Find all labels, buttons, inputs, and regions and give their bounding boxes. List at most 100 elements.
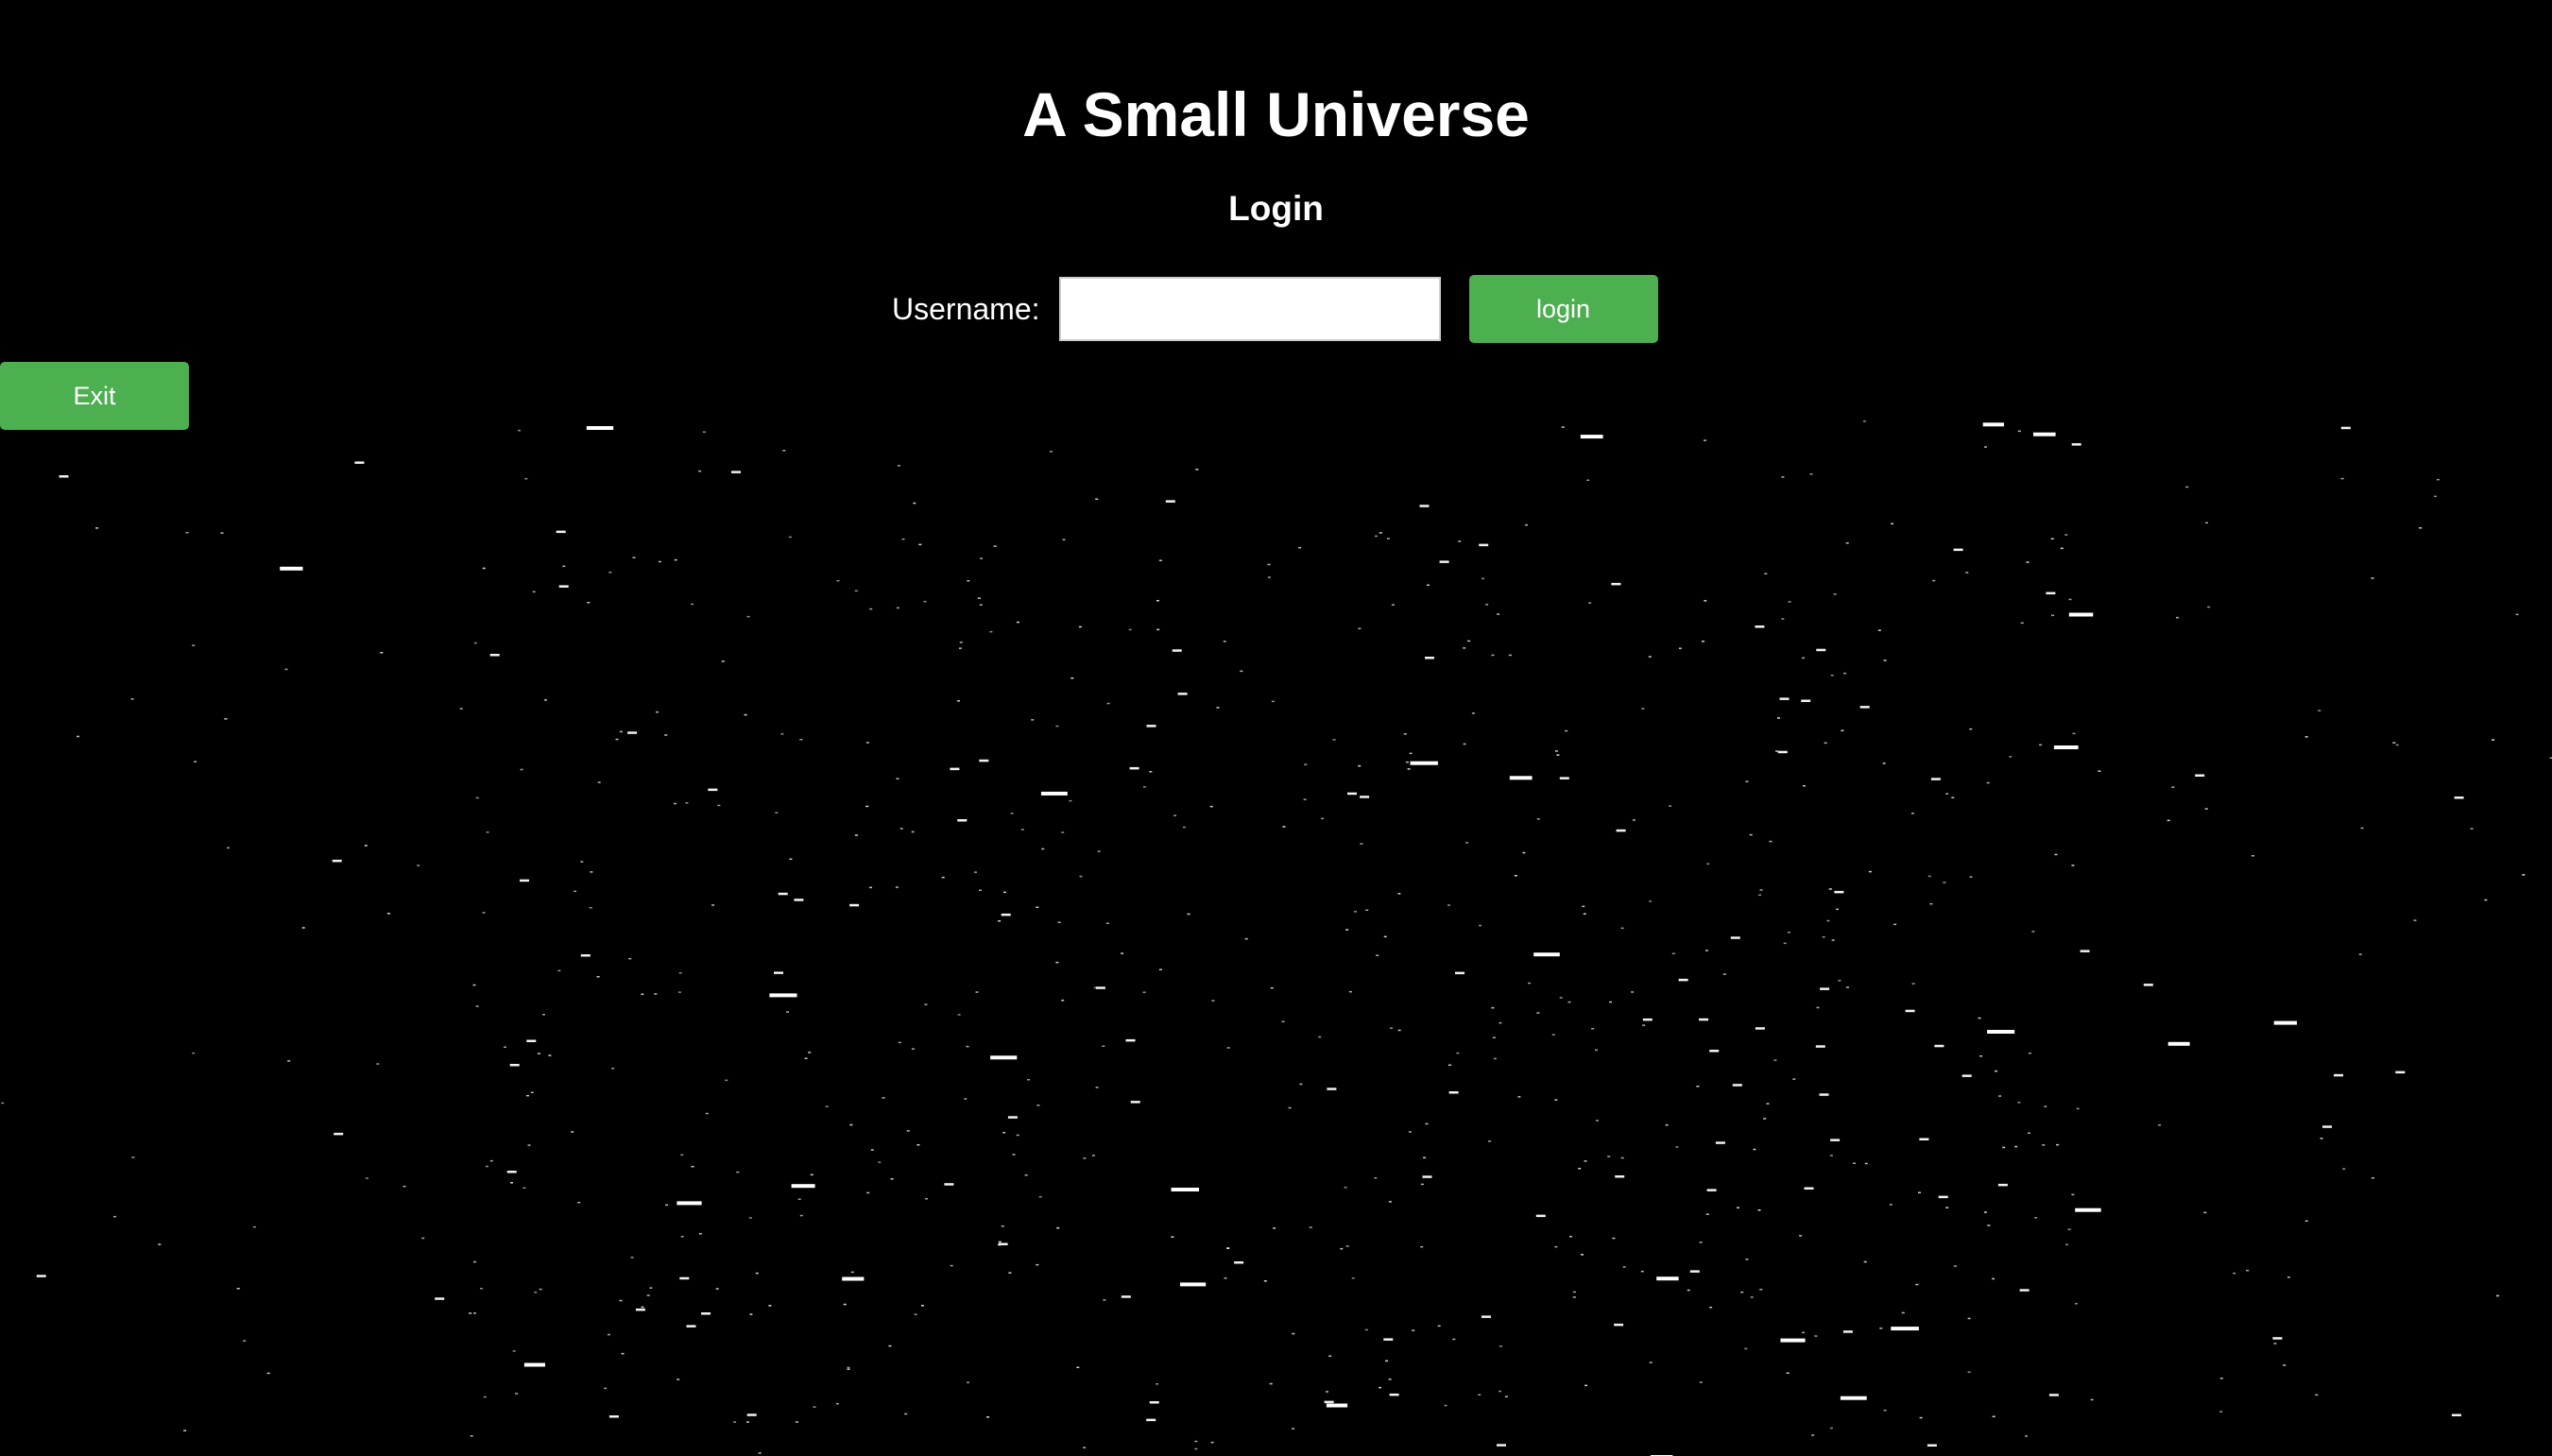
star [587, 602, 591, 604]
login-button[interactable]: login [1468, 275, 1658, 343]
star [589, 907, 592, 909]
star [1740, 1291, 1744, 1293]
star [1158, 559, 1162, 561]
star [486, 831, 489, 833]
star [1830, 675, 1834, 677]
star [2304, 736, 2308, 738]
star [1705, 950, 1708, 951]
star [2080, 950, 2090, 952]
star [2064, 534, 2068, 536]
star [1091, 1155, 1095, 1156]
star [975, 991, 979, 993]
star [1830, 1139, 1841, 1141]
star [459, 708, 463, 710]
star [1551, 1034, 1555, 1036]
star [2068, 598, 2072, 601]
star [194, 761, 197, 762]
star [974, 871, 977, 873]
star [1567, 1001, 1571, 1003]
star [376, 1063, 380, 1065]
star [674, 558, 677, 561]
star [1927, 1444, 1937, 1447]
star [604, 1387, 608, 1390]
star [895, 886, 899, 888]
star [1763, 1118, 1767, 1120]
star [649, 1287, 653, 1289]
star [1360, 796, 1370, 798]
star [287, 1060, 291, 1062]
star [890, 1178, 894, 1180]
star [1504, 1396, 1508, 1397]
star [1987, 1225, 1991, 1226]
star [849, 1123, 853, 1126]
star [1491, 654, 1495, 657]
star [774, 971, 783, 974]
star [1467, 640, 1471, 642]
star [2413, 919, 2417, 921]
star [158, 1243, 162, 1245]
star [782, 450, 786, 452]
star [611, 1068, 615, 1070]
star [1833, 593, 1837, 595]
star [1348, 990, 1352, 993]
star [1987, 1030, 2015, 1034]
star [1687, 1289, 1690, 1292]
star [1775, 750, 1779, 752]
star [1632, 819, 1636, 821]
username-input[interactable] [1058, 277, 1441, 341]
star [1210, 1441, 1214, 1444]
star [1826, 919, 1830, 922]
star [736, 1171, 740, 1173]
star [1965, 572, 1969, 574]
star [526, 1039, 537, 1042]
star [1420, 1245, 1424, 1248]
star [534, 1292, 538, 1293]
star [1702, 641, 1704, 642]
username-label: Username: [892, 291, 1040, 326]
star [1386, 538, 1390, 540]
star [1061, 1000, 1065, 1002]
star [957, 1014, 961, 1016]
star [1879, 1328, 1883, 1329]
star [2246, 1269, 2250, 1272]
star [958, 647, 962, 649]
star [733, 1421, 737, 1423]
star [1465, 842, 1468, 844]
star [686, 1325, 696, 1328]
star [2395, 744, 2399, 746]
exit-button[interactable]: Exit [0, 362, 189, 430]
star [1953, 1265, 1957, 1267]
star [1967, 1371, 1971, 1373]
star [1509, 776, 1533, 780]
star [469, 1312, 472, 1314]
star [1036, 906, 1039, 908]
star [1344, 1187, 1347, 1189]
star [854, 590, 858, 592]
star [711, 904, 715, 906]
star [2033, 432, 2056, 437]
star [485, 1165, 488, 1168]
star [1391, 604, 1395, 606]
star [1559, 777, 1569, 779]
star [1689, 1270, 1700, 1273]
star [2272, 1337, 2283, 1340]
star [1614, 1323, 1624, 1327]
star [1374, 1177, 1378, 1179]
star [243, 1340, 247, 1342]
star [1755, 625, 1765, 628]
star [1535, 1214, 1546, 1218]
star [2334, 1073, 2343, 1077]
star [557, 969, 561, 972]
star [1347, 792, 1357, 796]
star [1427, 584, 1430, 586]
star [1911, 983, 1915, 985]
star [1324, 1400, 1334, 1404]
star [1788, 601, 1791, 603]
star [1841, 729, 1844, 731]
star [1016, 1134, 1019, 1137]
star [2060, 547, 2064, 550]
star [1945, 1207, 1949, 1208]
star [2053, 745, 2079, 749]
star [1749, 833, 1753, 836]
star [183, 1430, 187, 1431]
